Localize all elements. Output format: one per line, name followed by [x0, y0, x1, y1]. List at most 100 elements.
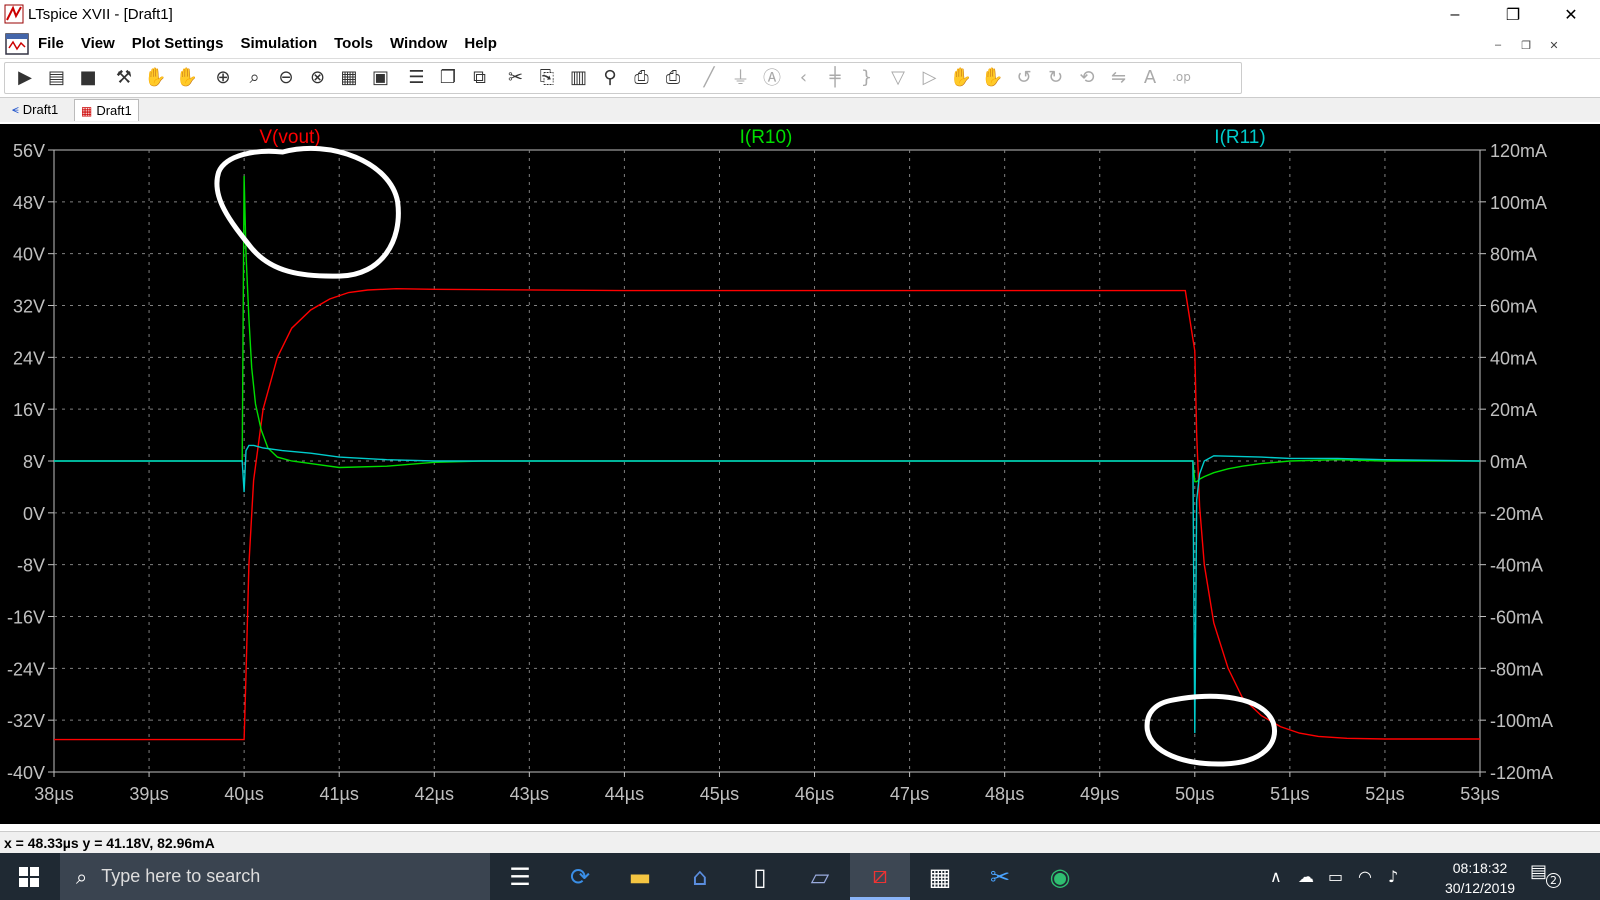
y-left-tick-label: -8V: [17, 556, 45, 576]
menu-bar: File View Plot Settings Simulation Tools…: [0, 30, 1600, 59]
menu-simulation[interactable]: Simulation: [240, 35, 317, 52]
ground-icon[interactable]: ⏚: [728, 64, 754, 90]
save-icon[interactable]: ■: [75, 64, 101, 90]
mdi-close-button[interactable]: ✕: [1543, 36, 1565, 54]
document-icon[interactable]: ▯: [730, 853, 790, 900]
y-right-tick-label: -120mA: [1490, 763, 1553, 783]
redo-icon[interactable]: ↻: [1043, 64, 1069, 90]
tab-label: Draft1: [96, 103, 132, 118]
file-explorer-icon[interactable]: ▬: [610, 853, 670, 900]
edge-dev-icon[interactable]: ◉: [1030, 853, 1090, 900]
y-left-tick-label: 24V: [13, 348, 45, 368]
print-icon[interactable]: ⎙: [629, 64, 655, 90]
tab-schematic-draft1[interactable]: ⪪ Draft1: [6, 99, 64, 120]
menu-view[interactable]: View: [81, 35, 115, 52]
waveform-chart[interactable]: 38µs 39µs 40µs 41µs 42µs 43µs 44µs 45µs 46µs 47µs…: [0, 124, 1600, 824]
halt-icon[interactable]: ✋: [143, 64, 169, 90]
close-window-icon[interactable]: ⧉: [467, 64, 493, 90]
y-right-tick-label: -100mA: [1490, 711, 1553, 731]
diode-icon[interactable]: ▽: [885, 64, 911, 90]
pan-icon[interactable]: ✋: [174, 64, 200, 90]
wifi-icon[interactable]: ◠: [1358, 867, 1372, 886]
move-icon[interactable]: ✋: [948, 64, 974, 90]
mdi-minimize-button[interactable]: –: [1487, 36, 1509, 54]
start-button[interactable]: [0, 853, 58, 900]
y-right-tick-label: -40mA: [1490, 556, 1543, 576]
undo-icon[interactable]: ↺: [1011, 64, 1037, 90]
ltspice-icon[interactable]: ⧄: [850, 853, 910, 900]
mdi-restore-button[interactable]: ❐: [1515, 36, 1537, 54]
cloud-icon[interactable]: ☁: [1298, 867, 1314, 886]
clock-time: 08:18:32: [1452, 860, 1508, 876]
restore-button[interactable]: ❐: [1484, 0, 1542, 30]
trace-label: I(R10): [740, 127, 793, 148]
resistor-icon[interactable]: ‹: [791, 64, 817, 90]
tile-horizontal-icon[interactable]: ☰: [404, 64, 430, 90]
notepad-icon[interactable]: ▱: [790, 853, 850, 900]
component-icon[interactable]: ▷: [917, 64, 943, 90]
mirror-icon[interactable]: ⇋: [1106, 64, 1132, 90]
ltspice-app-icon[interactable]: [4, 4, 24, 24]
notification-count: 2: [1546, 873, 1561, 888]
title-bar: LTspice XVII - [Draft1] – ❐ ✕: [0, 0, 1600, 30]
volume-icon[interactable]: ♪: [1388, 867, 1398, 886]
menu-plot-settings[interactable]: Plot Settings: [132, 35, 224, 52]
menu-file[interactable]: File: [38, 35, 64, 52]
trace-label: V(vout): [259, 127, 320, 148]
cursor-readout: x = 48.33µs y = 41.18V, 82.96mA: [4, 835, 215, 851]
inductor-icon[interactable]: }: [854, 64, 880, 90]
document-tabs: ⪪ Draft1 ▦ Draft1: [0, 98, 1600, 122]
calculator-icon[interactable]: ▦: [910, 853, 970, 900]
text-icon[interactable]: A: [1137, 64, 1163, 90]
x-tick-label: 42µs: [415, 784, 454, 804]
zoom-area-icon[interactable]: ⌕: [242, 64, 268, 90]
taskbar-search[interactable]: ⌕ Type here to search: [60, 853, 490, 900]
search-placeholder: Type here to search: [101, 866, 261, 886]
waveform-document-icon[interactable]: [4, 32, 30, 56]
system-clock[interactable]: 08:18:32 30/12/2019: [1440, 858, 1520, 898]
rotate-icon[interactable]: ⟲: [1074, 64, 1100, 90]
minimize-button[interactable]: –: [1426, 0, 1484, 30]
task-view-icon[interactable]: ☰: [490, 853, 550, 900]
spice-directive-icon[interactable]: .op: [1169, 64, 1195, 90]
menu-window[interactable]: Window: [390, 35, 447, 52]
zoom-out-icon[interactable]: ⊖: [273, 64, 299, 90]
zoom-in-icon[interactable]: ⊕: [210, 64, 236, 90]
refresh-app-icon[interactable]: ⟳: [550, 853, 610, 900]
y-right-tick-label: -60mA: [1490, 608, 1543, 628]
tab-waveform-draft1[interactable]: ▦ Draft1: [74, 99, 139, 121]
close-button[interactable]: ✕: [1542, 0, 1600, 30]
wire-icon[interactable]: ╱: [696, 64, 722, 90]
trace-i-r10-: [54, 175, 1480, 483]
chevron-up-icon[interactable]: ∧: [1270, 867, 1282, 886]
label-icon[interactable]: Ⓐ: [759, 64, 785, 90]
window-title: LTspice XVII - [Draft1]: [28, 6, 173, 23]
x-tick-label: 38µs: [34, 784, 73, 804]
x-tick-label: 39µs: [129, 784, 168, 804]
cascade-icon[interactable]: ❐: [435, 64, 461, 90]
zoom-fit-icon[interactable]: ▣: [368, 64, 394, 90]
control-panel-icon[interactable]: ⚒: [111, 64, 137, 90]
menu-help[interactable]: Help: [464, 35, 497, 52]
find-icon[interactable]: ⚲: [597, 64, 623, 90]
print-setup-icon[interactable]: ⎙: [660, 64, 686, 90]
run-icon[interactable]: ▶: [12, 64, 38, 90]
battery-icon[interactable]: ▭: [1328, 867, 1343, 886]
paste-icon[interactable]: ▥: [566, 64, 592, 90]
copy-icon[interactable]: ⎘: [534, 64, 560, 90]
snipping-tool-icon[interactable]: ✂: [970, 853, 1030, 900]
open-icon[interactable]: ▤: [44, 64, 70, 90]
autorange-icon[interactable]: ▦: [336, 64, 362, 90]
capacitor-icon[interactable]: ╪: [822, 64, 848, 90]
bank-app-icon[interactable]: ⌂: [670, 853, 730, 900]
zoom-cancel-icon[interactable]: ⊗: [305, 64, 331, 90]
waveform-viewer[interactable]: 38µs 39µs 40µs 41µs 42µs 43µs 44µs 45µs 46µs 47µs…: [0, 124, 1600, 824]
drag-icon[interactable]: ✋: [980, 64, 1006, 90]
x-tick-label: 45µs: [700, 784, 739, 804]
x-tick-label: 46µs: [795, 784, 834, 804]
menu-tools[interactable]: Tools: [334, 35, 373, 52]
cut-icon[interactable]: ✂: [503, 64, 529, 90]
y-right-tick-label: -20mA: [1490, 504, 1543, 524]
annotation-circle: [1144, 693, 1277, 767]
notification-center-button[interactable]: ▤ 2: [1530, 861, 1566, 893]
